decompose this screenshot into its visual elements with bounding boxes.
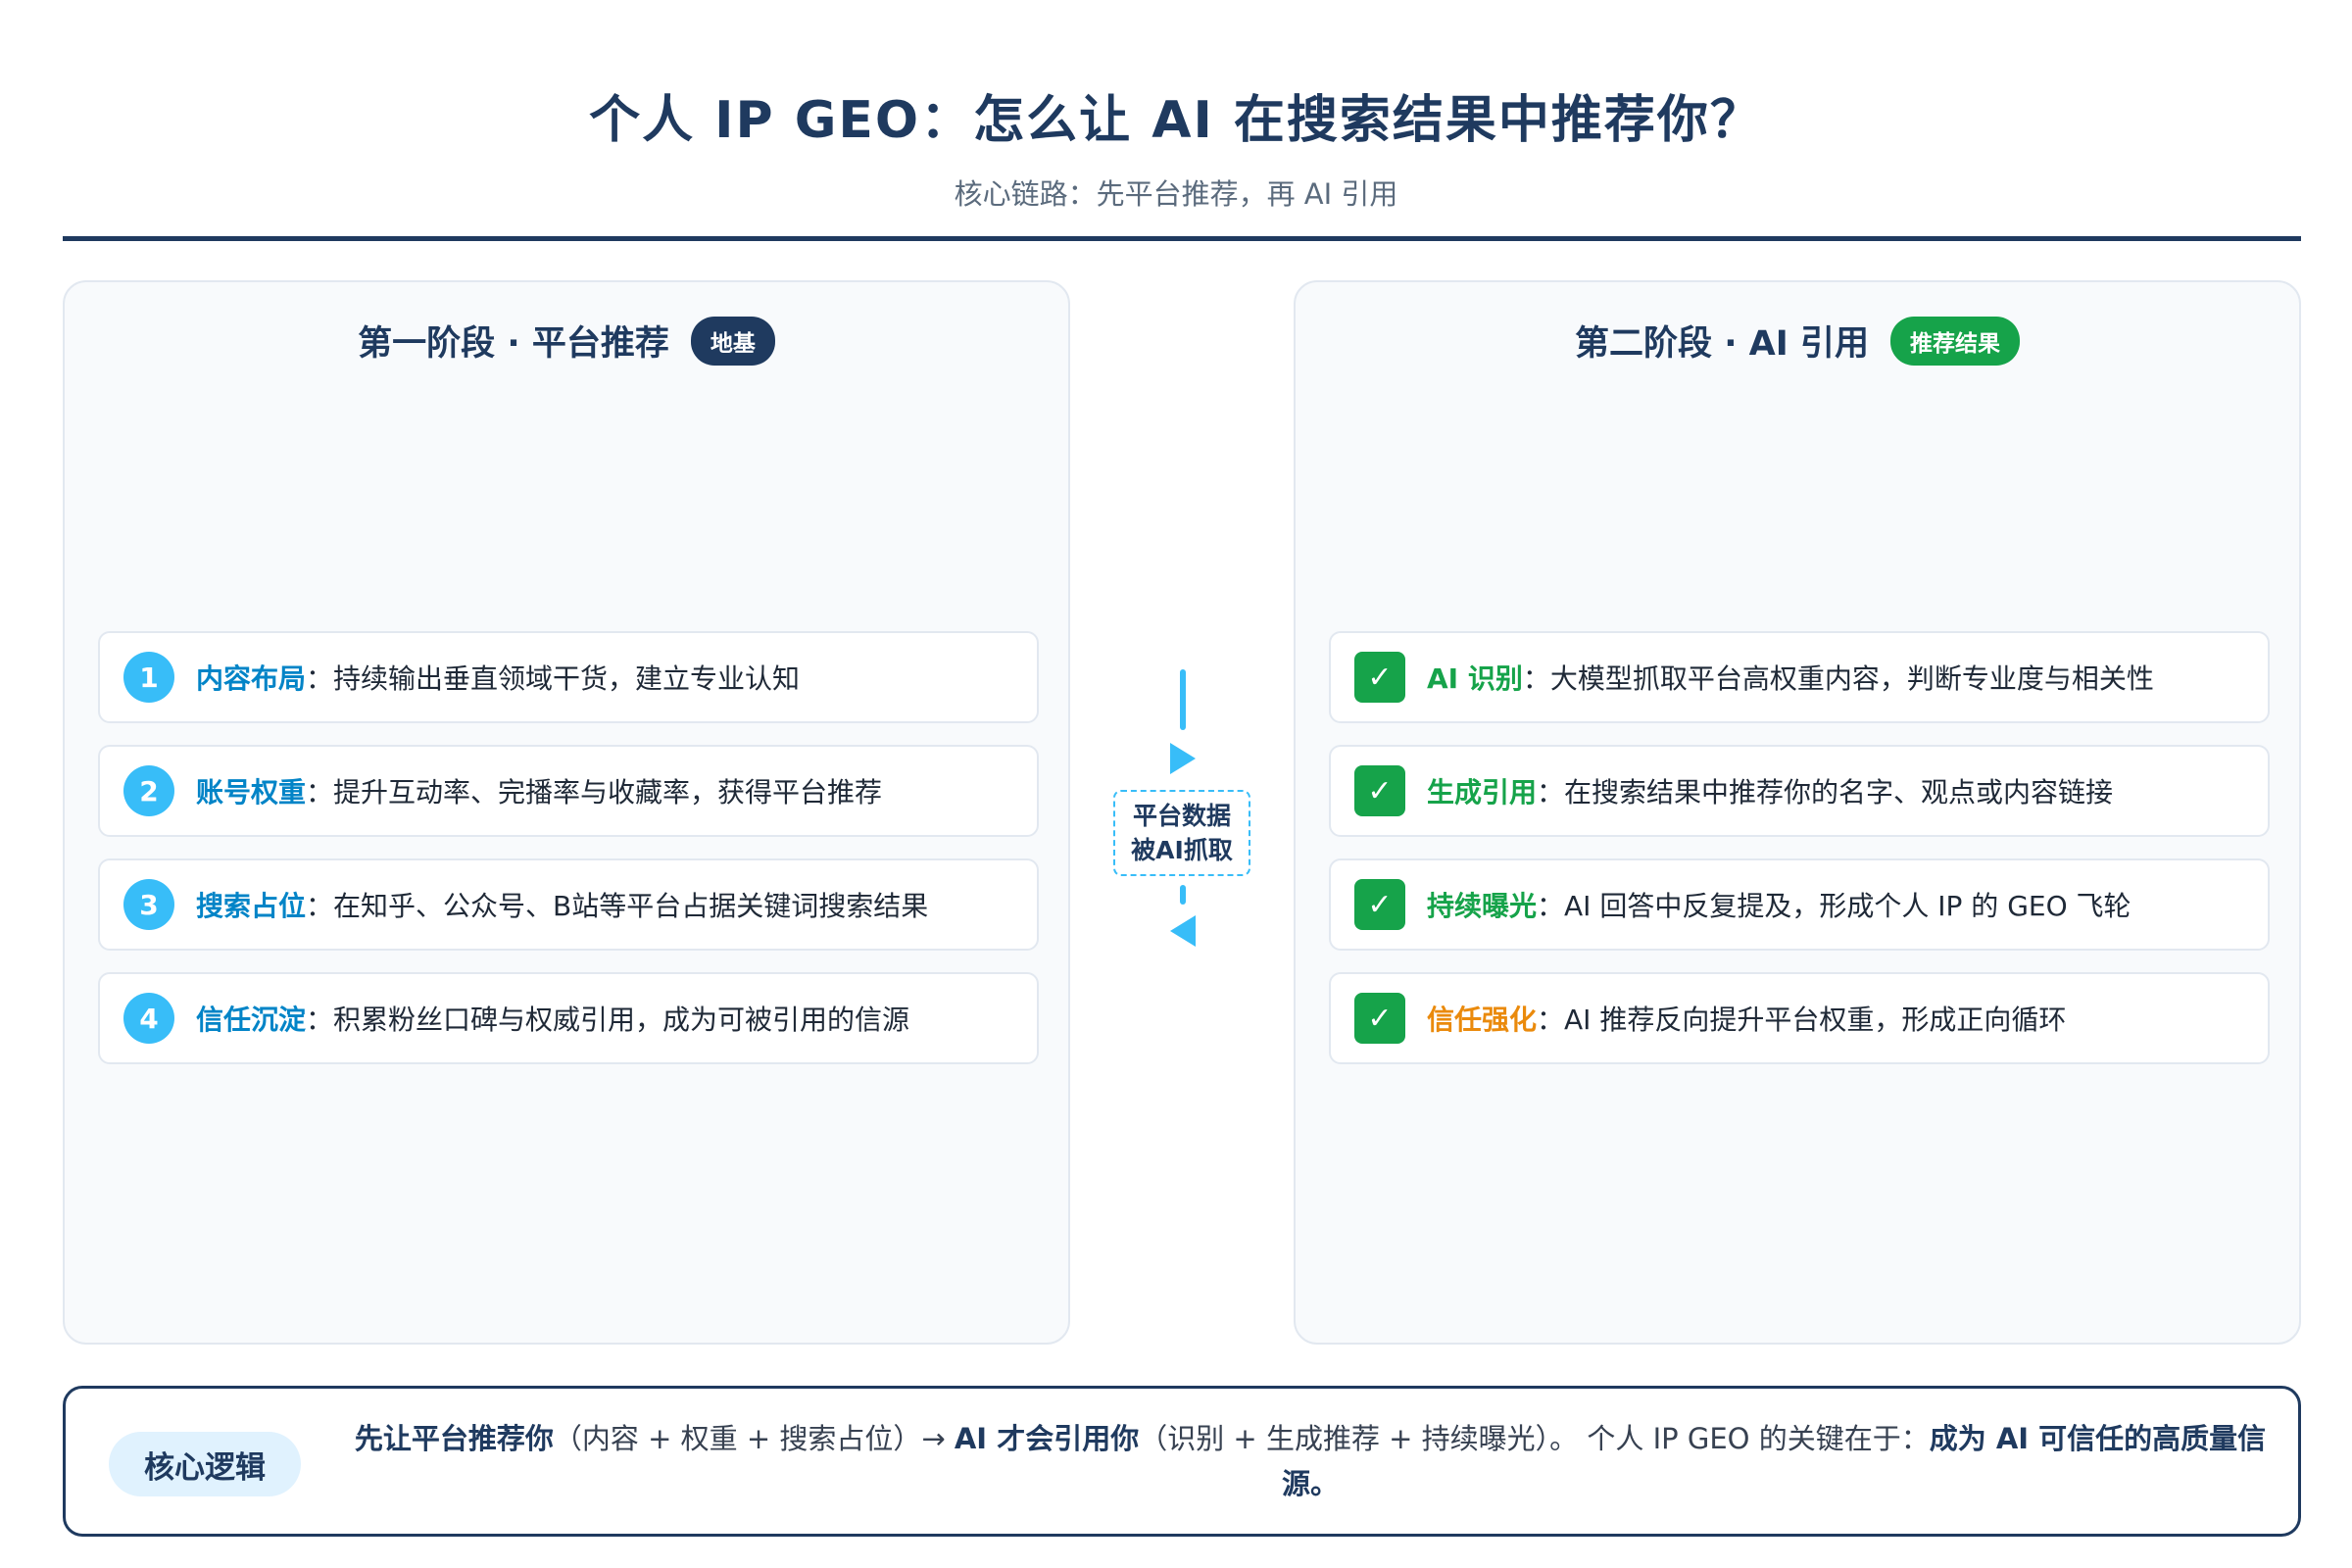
stage-two-panel: 第二阶段 · AI 引用 推荐结果 ✓ AI 识别：大模型抓取平台高权重内容，判… bbox=[1294, 280, 2301, 1345]
stage-two-item: ✓ AI 识别：大模型抓取平台高权重内容，判断专业度与相关性 bbox=[1329, 631, 2270, 723]
check-icon: ✓ bbox=[1354, 652, 1405, 703]
connector-label: 平台数据 被AI抓取 bbox=[1113, 790, 1250, 876]
header: 个人 IP GEO：怎么让 AI 在搜索结果中推荐你？ 核心链路：先平台推荐，再… bbox=[0, 78, 2352, 213]
item-keyword: 信任沉淀 bbox=[196, 1004, 307, 1036]
item-keyword: 持续曝光 bbox=[1427, 890, 1538, 922]
item-text: AI 推荐反向提升平台权重，形成正向循环 bbox=[1564, 1004, 2067, 1036]
connector-line-1: 平台数据 bbox=[1132, 802, 1231, 830]
stage-two-badge: 推荐结果 bbox=[1889, 316, 2020, 366]
item-keyword: 账号权重 bbox=[196, 776, 307, 808]
logic-bold-2: AI 才会引用你 bbox=[954, 1422, 1140, 1455]
check-icon: ✓ bbox=[1354, 765, 1405, 816]
item-text: 积累粉丝口碑与权威引用，成为可被引用的信源 bbox=[333, 1004, 910, 1036]
item-keyword: 内容布局 bbox=[196, 662, 307, 695]
connector-line-2: 被AI抓取 bbox=[1131, 836, 1233, 864]
step-number-badge: 3 bbox=[123, 879, 174, 930]
item-keyword: 搜索占位 bbox=[196, 890, 307, 922]
stage-one-item: 2 账号权重：提升互动率、完播率与收藏率，获得平台推荐 bbox=[98, 745, 1039, 837]
item-text: 提升互动率、完播率与收藏率，获得平台推荐 bbox=[333, 776, 883, 808]
logic-text-1: （内容 + 权重 + 搜索占位）→ bbox=[553, 1422, 955, 1455]
item-text: 大模型抓取平台高权重内容，判断专业度与相关性 bbox=[1549, 662, 2154, 695]
step-number-badge: 4 bbox=[123, 993, 174, 1044]
stage-two-item: ✓ 信任强化： AI 推荐反向提升平台权重，形成正向循环 bbox=[1329, 972, 2270, 1064]
step-number-badge: 1 bbox=[123, 652, 174, 703]
item-text: 在知乎、公众号、B站等平台占据关键词搜索结果 bbox=[333, 890, 929, 922]
flow-connector: 平台数据 被AI抓取 bbox=[1109, 666, 1256, 960]
stage-one-badge: 地基 bbox=[690, 316, 775, 366]
item-separator: ： bbox=[306, 776, 334, 808]
check-icon: ✓ bbox=[1354, 993, 1405, 1044]
item-separator: ： bbox=[306, 662, 334, 695]
logic-text-2: （识别 + 生成推荐 + 持续曝光）。 个人 IP GEO 的关键在于： bbox=[1139, 1422, 1930, 1455]
core-logic-text: 先让平台推荐你（内容 + 权重 + 搜索占位）→ AI 才会引用你（识别 + 生… bbox=[350, 1416, 2271, 1506]
stage-one-panel: 第一阶段 · 平台推荐 地基 1 内容布局：持续输出垂直领域干货，建立专业认知 … bbox=[63, 280, 1070, 1345]
stage-two-title: 第二阶段 · AI 引用 bbox=[1575, 324, 1869, 364]
item-separator: ： bbox=[1522, 662, 1550, 695]
item-separator: ： bbox=[306, 1004, 334, 1036]
stage-one-item: 3 搜索占位：在知乎、公众号、B站等平台占据关键词搜索结果 bbox=[98, 858, 1039, 951]
stage-two-item: ✓ 生成引用：在搜索结果中推荐你的名字、观点或内容链接 bbox=[1329, 745, 2270, 837]
header-divider bbox=[63, 236, 2301, 241]
page-subtitle: 核心链路：先平台推荐，再 AI 引用 bbox=[954, 177, 1398, 211]
stage-one-item: 1 内容布局：持续输出垂直领域干货，建立专业认知 bbox=[98, 631, 1039, 723]
stage-two-header: 第二阶段 · AI 引用 推荐结果 bbox=[1296, 316, 2299, 366]
item-text: AI 回答中反复提及，形成个人 IP 的 GEO 飞轮 bbox=[1564, 890, 2132, 922]
stage-one-title: 第一阶段 · 平台推荐 bbox=[358, 324, 669, 364]
item-separator: ： bbox=[1537, 1004, 1565, 1036]
core-logic-box: 核心逻辑 先让平台推荐你（内容 + 权重 + 搜索占位）→ AI 才会引用你（识… bbox=[63, 1386, 2301, 1537]
item-separator: ： bbox=[1537, 890, 1565, 922]
item-keyword: 信任强化 bbox=[1427, 1004, 1538, 1036]
item-text: 在搜索结果中推荐你的名字、观点或内容链接 bbox=[1564, 776, 2114, 808]
item-separator: ： bbox=[1537, 776, 1565, 808]
logic-bold-1: 先让平台推荐你 bbox=[354, 1422, 554, 1455]
item-separator: ： bbox=[306, 890, 334, 922]
stage-one-header: 第一阶段 · 平台推荐 地基 bbox=[65, 316, 1068, 366]
stage-one-item: 4 信任沉淀：积累粉丝口碑与权威引用，成为可被引用的信源 bbox=[98, 972, 1039, 1064]
core-logic-tag: 核心逻辑 bbox=[109, 1432, 301, 1496]
item-text: 持续输出垂直领域干货，建立专业认知 bbox=[333, 662, 801, 695]
check-icon: ✓ bbox=[1354, 879, 1405, 930]
stage-two-item: ✓ 持续曝光： AI 回答中反复提及，形成个人 IP 的 GEO 飞轮 bbox=[1329, 858, 2270, 951]
item-keyword: 生成引用 bbox=[1427, 776, 1538, 808]
item-keyword: AI 识别 bbox=[1427, 662, 1523, 695]
step-number-badge: 2 bbox=[123, 765, 174, 816]
page-title: 个人 IP GEO：怎么让 AI 在搜索结果中推荐你？ bbox=[589, 91, 1763, 150]
